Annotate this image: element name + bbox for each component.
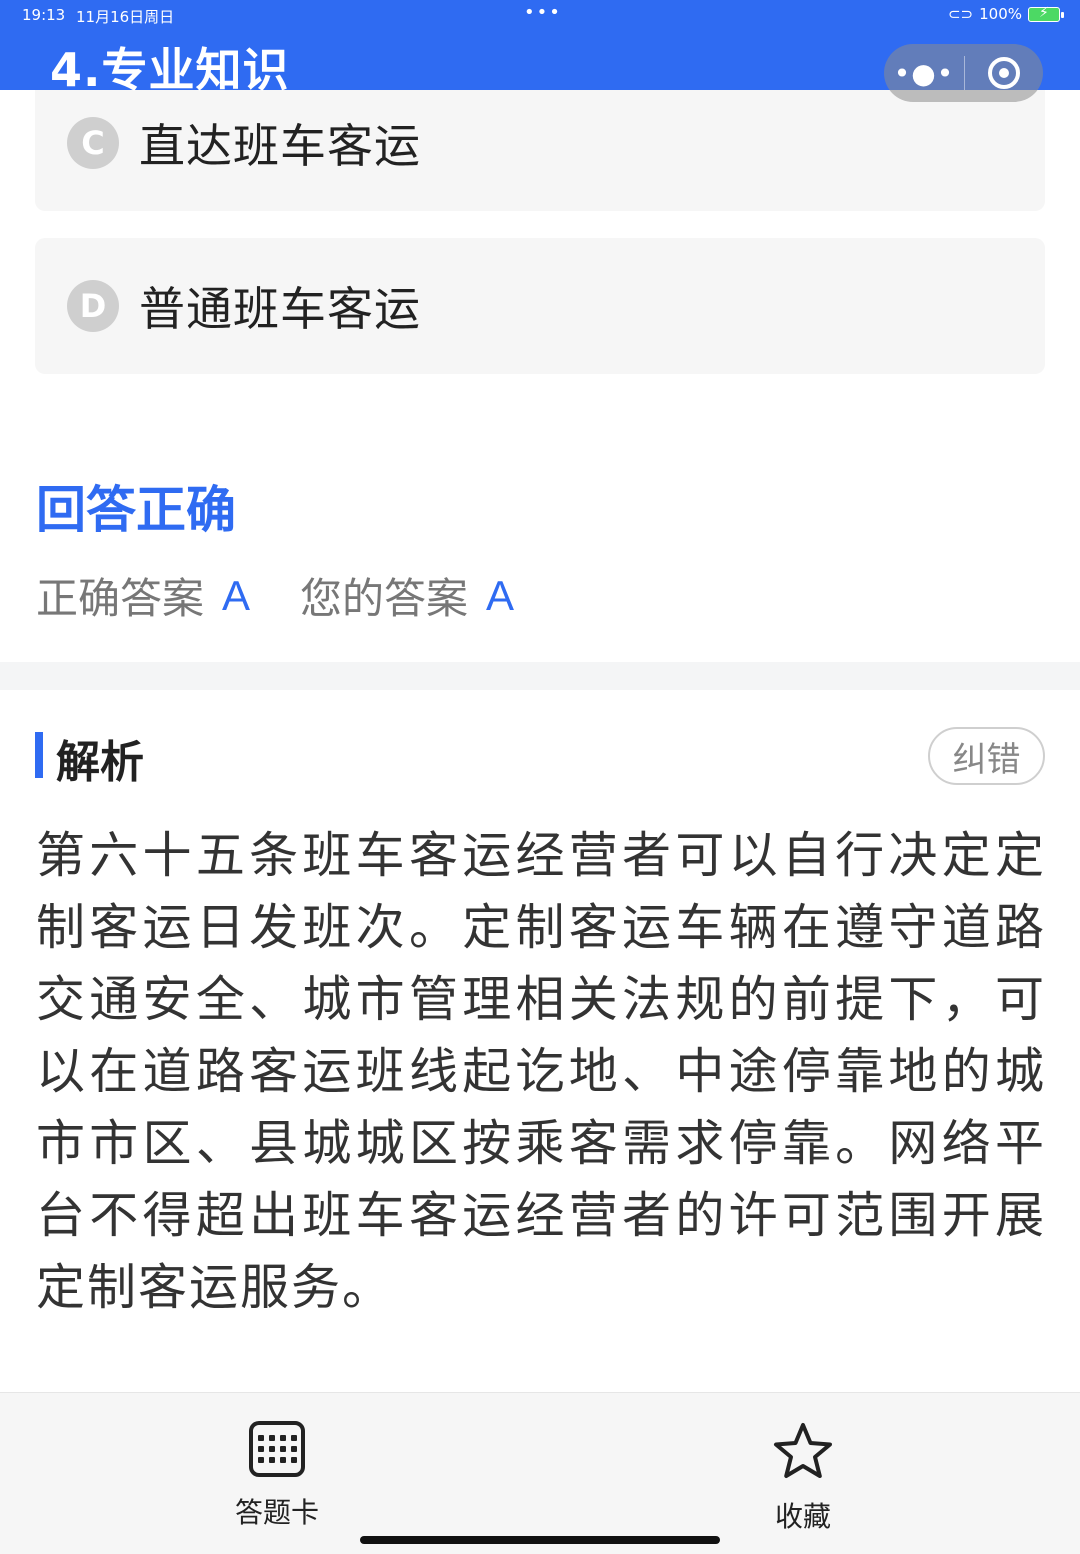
page-title: 4.专业知识 [50,43,290,97]
answer-summary: 正确答案 A 您的答案 A [36,565,564,626]
option-text: 直达班车客运 [139,119,421,173]
more-icon[interactable]: •●• [884,57,964,90]
correct-answer-value: A [222,571,251,619]
report-error-button[interactable]: 纠错 [928,727,1045,785]
correct-answer-label: 正确答案 [36,574,205,623]
close-mini-program-button[interactable] [965,57,1043,89]
status-date: 11月16日周日 [76,8,175,26]
option-text: 普通班车客运 [139,282,421,336]
option-letter-badge: C [67,117,119,169]
star-icon [774,1423,832,1478]
your-answer-label: 您的答案 [300,574,469,623]
option-d[interactable]: D 普通班车客运 [35,238,1045,374]
analysis-text: 第六十五条班车客运经营者可以自行决定定制客运日发班次。定制客运车辆在遵守道路交通… [36,827,1046,1316]
battery-percent: 100% [979,5,1022,23]
option-letter-badge: D [67,280,119,332]
status-right: ⊂⊃ 100% ⚡ [947,5,1064,23]
bottom-toolbar: 答题卡 收藏 [0,1392,1080,1554]
status-time: 19:13 [22,6,66,24]
top-header: 19:13 11月16日周日 ••• ⊂⊃ 100% ⚡ 4.专业知识 •●• [0,0,1080,102]
mini-program-capsule: •●• [884,44,1043,102]
section-divider [0,662,1080,690]
favorite-label: 收藏 [774,1500,831,1533]
result-title: 回答正确 [36,481,236,539]
home-indicator[interactable] [360,1536,720,1544]
target-icon [988,57,1020,89]
answer-card-button[interactable]: 答题卡 [235,1421,319,1531]
link-icon: ⊂⊃ [947,5,974,23]
multitask-dots-icon[interactable]: ••• [524,2,562,23]
analysis-title: 解析 [56,737,144,788]
favorite-button[interactable]: 收藏 [772,1421,834,1535]
your-answer-value: A [486,571,515,619]
answer-card-label: 答题卡 [235,1496,320,1529]
grid-card-icon [249,1421,305,1477]
analysis-accent-bar [35,732,43,778]
battery-icon: ⚡ [1028,5,1064,22]
